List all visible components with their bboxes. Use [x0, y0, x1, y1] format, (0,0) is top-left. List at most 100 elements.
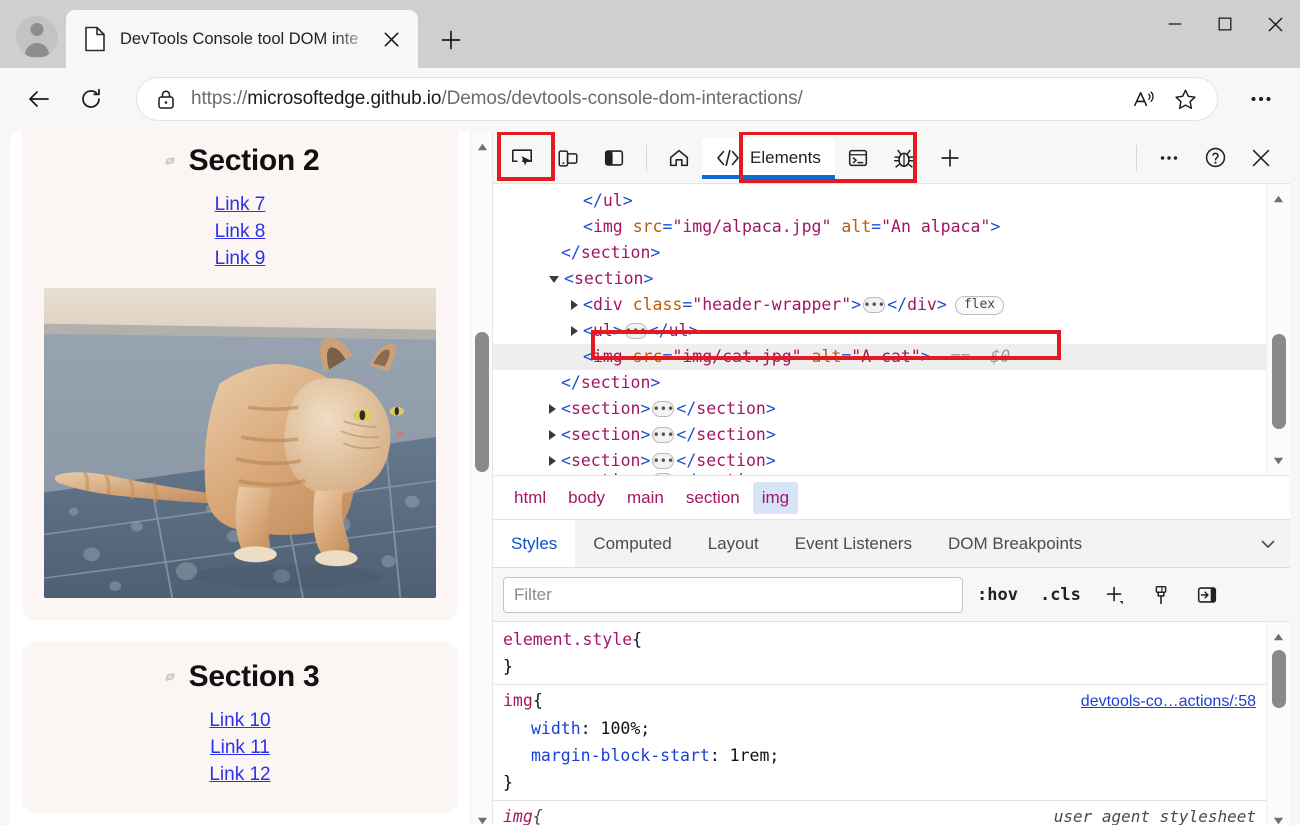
css-rules-list[interactable]: element.style {}img {devtools-co…actions…: [493, 622, 1266, 825]
style-tab-styles[interactable]: Styles: [493, 520, 575, 567]
style-tab-computed[interactable]: Computed: [575, 520, 689, 567]
link-anchor-icon[interactable]: [161, 152, 179, 170]
page-link[interactable]: Link 10: [44, 710, 436, 732]
address-bar[interactable]: https://microsoftedge.github.io/Demos/de…: [136, 77, 1218, 121]
minimize-button[interactable]: [1150, 0, 1200, 48]
dom-tree-node[interactable]: <section>: [493, 266, 1266, 292]
expand-ellipsis-icon[interactable]: •••: [652, 401, 674, 417]
styles-scrollbar-thumb[interactable]: [1272, 650, 1286, 708]
close-icon[interactable]: [376, 24, 406, 54]
breadcrumb-item-body[interactable]: body: [559, 482, 614, 514]
dom-tree-node[interactable]: <section>•••</section>: [493, 474, 1266, 475]
css-rule[interactable]: img {user agent stylesheet: [493, 800, 1266, 825]
console-button[interactable]: [837, 138, 879, 178]
help-button[interactable]: [1194, 138, 1236, 178]
css-declaration[interactable]: width: 100%;: [503, 715, 1256, 742]
styles-tabbar[interactable]: StylesComputedLayoutEvent ListenersDOM B…: [493, 520, 1290, 568]
profile-button[interactable]: [8, 8, 66, 66]
reload-button[interactable]: [68, 76, 114, 122]
debugger-button[interactable]: [883, 138, 925, 178]
css-rule[interactable]: element.style {}: [493, 624, 1266, 684]
expand-ellipsis-icon[interactable]: •••: [652, 453, 674, 469]
page-link[interactable]: Link 9: [44, 248, 436, 270]
css-selector[interactable]: element.style: [503, 626, 632, 653]
dom-tree-node[interactable]: •••<img src="img/cat.jpg" alt="A cat"> =…: [493, 344, 1266, 370]
device-emulation-button[interactable]: [547, 138, 589, 178]
breadcrumb-item-html[interactable]: html: [505, 482, 555, 514]
cls-button[interactable]: .cls: [1032, 579, 1089, 611]
close-devtools-button[interactable]: [1240, 138, 1282, 178]
expand-triangle-closed-icon[interactable]: [549, 404, 556, 414]
expand-triangle-closed-icon[interactable]: [571, 300, 578, 310]
expand-ellipsis-icon[interactable]: •••: [625, 323, 647, 339]
breadcrumb-item-main[interactable]: main: [618, 482, 673, 514]
css-rule[interactable]: img {devtools-co…actions/:58width: 100%;…: [493, 684, 1266, 800]
style-tab-dom-breakpoints[interactable]: DOM Breakpoints: [930, 520, 1100, 567]
dom-tree-node[interactable]: </section>: [493, 240, 1266, 266]
expand-triangle-closed-icon[interactable]: [549, 430, 556, 440]
breadcrumb[interactable]: htmlbodymainsectionimg: [493, 476, 1290, 520]
dom-tree-node[interactable]: <section>•••</section>: [493, 396, 1266, 422]
dom-tree-node[interactable]: </ul>: [493, 188, 1266, 214]
scroll-up-icon[interactable]: [471, 136, 492, 158]
page-link[interactable]: Link 11: [44, 737, 436, 759]
link-anchor-icon[interactable]: [161, 668, 179, 686]
scroll-up-icon[interactable]: [1267, 188, 1289, 210]
styles-more-tabs-button[interactable]: [1246, 520, 1290, 567]
expand-triangle-closed-icon[interactable]: [571, 326, 578, 336]
dock-side-button[interactable]: [593, 138, 635, 178]
flex-badge[interactable]: flex: [955, 296, 1004, 315]
copy-styles-button[interactable]: [1141, 577, 1181, 613]
tab-elements[interactable]: Elements: [702, 138, 835, 178]
style-tab-layout[interactable]: Layout: [690, 520, 777, 567]
new-style-rule-button[interactable]: [1095, 577, 1135, 613]
dom-scrollbar-thumb[interactable]: [1272, 334, 1286, 429]
css-property-name[interactable]: width: [531, 719, 581, 738]
page-link[interactable]: Link 7: [44, 194, 436, 216]
filter-input[interactable]: Filter: [503, 577, 963, 613]
customize-devtools-button[interactable]: [1148, 138, 1190, 178]
dom-tree-node[interactable]: <section>•••</section>: [493, 422, 1266, 448]
dom-tree-node[interactable]: <img src="img/alpaca.jpg" alt="An alpaca…: [493, 214, 1266, 240]
dom-tree-node[interactable]: </section>: [493, 370, 1266, 396]
breadcrumb-item-section[interactable]: section: [677, 482, 749, 514]
styles-scrollbar[interactable]: [1266, 622, 1290, 825]
scroll-down-icon[interactable]: [1267, 809, 1289, 825]
dom-tree-node[interactable]: <div class="header-wrapper">•••</div>fle…: [493, 292, 1266, 318]
lock-icon[interactable]: [155, 88, 177, 110]
scroll-up-icon[interactable]: [1267, 626, 1289, 648]
dom-tree[interactable]: </ul><img src="img/alpaca.jpg" alt="An a…: [493, 184, 1266, 475]
devtools-home-button[interactable]: [658, 138, 700, 178]
dom-tree-node[interactable]: <ul>•••</ul>: [493, 318, 1266, 344]
page-scrollbar-thumb[interactable]: [475, 332, 489, 472]
scroll-down-icon[interactable]: [471, 809, 492, 825]
page-link[interactable]: Link 8: [44, 221, 436, 243]
css-property-name[interactable]: margin-block-start: [531, 746, 710, 765]
dom-tree-scrollbar[interactable]: [1266, 184, 1290, 475]
page-scrollbar[interactable]: [470, 132, 492, 825]
scroll-down-icon[interactable]: [1267, 449, 1289, 471]
css-selector[interactable]: img: [503, 687, 533, 714]
breadcrumb-item-img[interactable]: img: [753, 482, 798, 514]
css-source-link[interactable]: devtools-co…actions/:58: [1081, 688, 1256, 715]
expand-ellipsis-icon[interactable]: •••: [652, 427, 674, 443]
style-tab-event-listeners[interactable]: Event Listeners: [777, 520, 930, 567]
css-property-value[interactable]: : 100%;: [581, 719, 651, 738]
expand-triangle-open-icon[interactable]: [549, 276, 559, 283]
favorite-button[interactable]: [1167, 81, 1203, 117]
new-tab-button[interactable]: [428, 17, 474, 63]
address-bar-text[interactable]: https://microsoftedge.github.io/Demos/de…: [191, 88, 1119, 110]
back-button[interactable]: [16, 76, 62, 122]
more-tools-button[interactable]: [929, 138, 971, 178]
browser-tab[interactable]: DevTools Console tool DOM inte: [66, 10, 418, 68]
expand-ellipsis-icon[interactable]: •••: [652, 473, 674, 475]
settings-and-more-button[interactable]: [1238, 76, 1284, 122]
expand-ellipsis-icon[interactable]: •••: [863, 297, 885, 313]
css-declaration[interactable]: margin-block-start: 1rem;: [503, 742, 1256, 769]
maximize-button[interactable]: [1200, 0, 1250, 48]
window-close-button[interactable]: [1250, 0, 1300, 48]
inspect-tool-button[interactable]: [501, 138, 543, 178]
css-selector[interactable]: img: [503, 803, 533, 825]
read-aloud-button[interactable]: [1125, 81, 1161, 117]
hov-button[interactable]: :hov: [969, 579, 1026, 611]
